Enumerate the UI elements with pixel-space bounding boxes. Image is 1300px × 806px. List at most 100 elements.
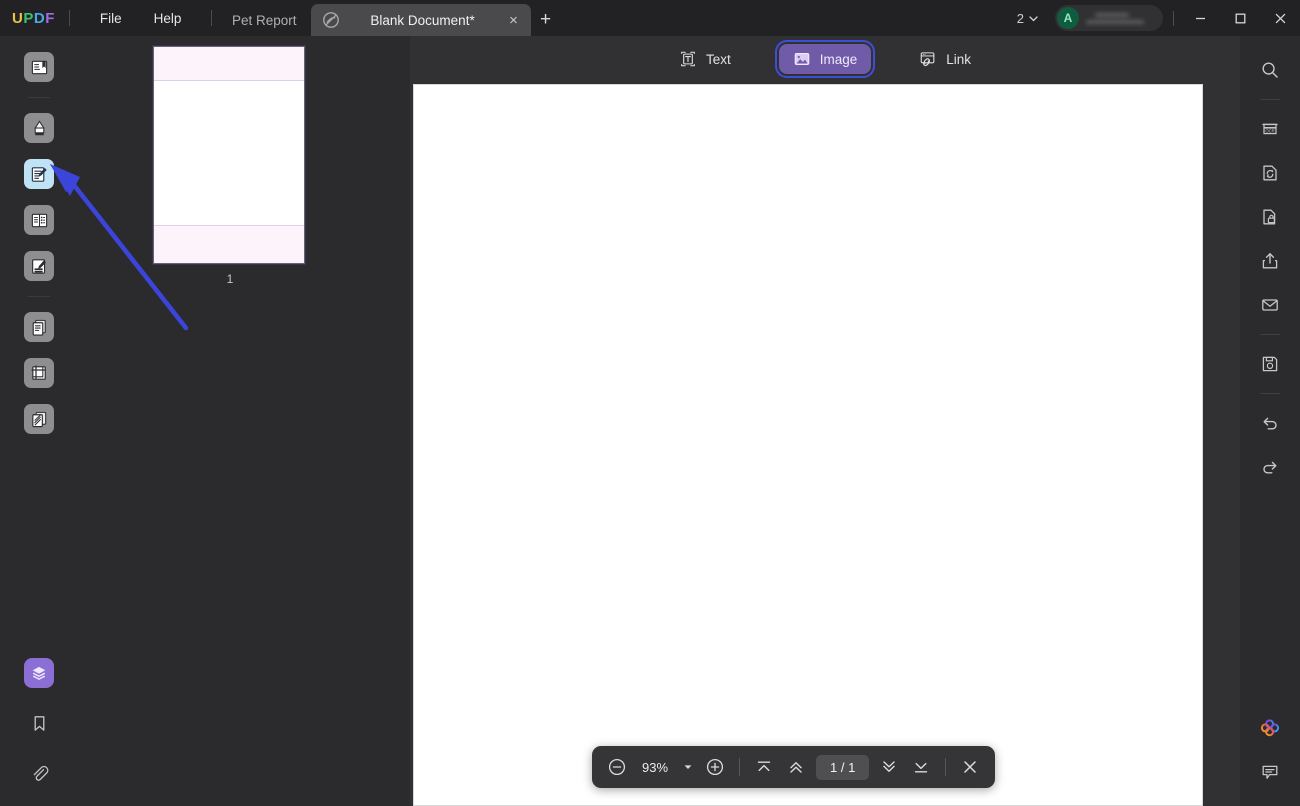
tab-pet-report[interactable]: Pet Report xyxy=(218,4,311,36)
layers-icon[interactable] xyxy=(20,654,58,692)
thumbnail-page-number: 1 xyxy=(226,272,234,286)
sidebar-reader-icon[interactable] xyxy=(20,48,58,86)
document-icon xyxy=(321,10,341,30)
icon-tile xyxy=(24,52,54,82)
icon-tile xyxy=(24,658,54,688)
zoom-dropdown-caret-icon[interactable] xyxy=(678,754,698,780)
close-window-button[interactable] xyxy=(1260,0,1300,36)
thumbnail-panel: 1 xyxy=(78,36,410,806)
rail-divider xyxy=(28,97,50,98)
tab-count-label: 2 xyxy=(1016,10,1024,26)
link-tool-button[interactable]: Link xyxy=(905,44,985,74)
zoom-level-label[interactable]: 93% xyxy=(634,760,676,775)
icon-tile xyxy=(24,205,54,235)
zoom-in-button[interactable] xyxy=(700,752,730,782)
image-tool-label: Image xyxy=(819,51,858,67)
link-tool-icon xyxy=(919,50,937,68)
icon-tile xyxy=(24,251,54,281)
icon-tile xyxy=(24,113,54,143)
last-page-button[interactable] xyxy=(906,752,936,782)
text-tool-button[interactable]: Text xyxy=(665,44,745,74)
minimize-button[interactable] xyxy=(1180,0,1220,36)
new-tab-button[interactable]: + xyxy=(531,4,561,36)
titlebar-right-group: 2 A xyxy=(1011,0,1300,36)
tab-label: Pet Report xyxy=(232,12,297,28)
left-rail-bottom-group xyxy=(20,648,58,806)
text-tool-label: Text xyxy=(705,51,731,67)
chevron-down-icon xyxy=(1028,13,1039,24)
menu-help[interactable]: Help xyxy=(138,7,198,30)
share-icon[interactable] xyxy=(1252,243,1288,279)
account-chip[interactable]: A xyxy=(1055,5,1163,31)
close-icon[interactable]: × xyxy=(505,11,523,29)
page-indicator[interactable]: 1 / 1 xyxy=(816,754,870,780)
protect-icon[interactable] xyxy=(1252,199,1288,235)
account-name-blurred xyxy=(1086,12,1144,24)
attachment-icon[interactable] xyxy=(20,754,58,792)
sidebar-form-icon[interactable] xyxy=(20,247,58,285)
tab-count-dropdown[interactable]: 2 xyxy=(1011,8,1045,29)
tab-strip: Pet Report Blank Document* × + xyxy=(218,0,561,36)
rail-divider xyxy=(1260,334,1280,335)
divider xyxy=(211,10,213,26)
close-toolbar-button[interactable] xyxy=(955,752,985,782)
sidebar-annotate-icon[interactable] xyxy=(20,109,58,147)
sidebar-batch-icon[interactable] xyxy=(20,400,58,438)
svg-text:OCR: OCR xyxy=(1265,128,1274,133)
text-tool-icon xyxy=(679,50,697,68)
right-tool-rail: OCR xyxy=(1240,36,1300,806)
comment-icon[interactable] xyxy=(1252,754,1288,790)
sidebar-convert-pdf-icon[interactable] xyxy=(20,308,58,346)
logo-letter-d: D xyxy=(33,9,46,27)
previous-page-button[interactable] xyxy=(781,752,811,782)
logo-letter-u: U xyxy=(12,9,24,27)
icon-tile xyxy=(24,312,54,342)
icon-tile xyxy=(24,159,54,189)
bookmark-icon[interactable] xyxy=(20,704,58,742)
logo-letter-f: F xyxy=(45,9,55,27)
thumbnail-header-band xyxy=(154,47,304,81)
ai-assistant-icon[interactable] xyxy=(1252,710,1288,746)
left-tool-rail xyxy=(0,36,78,806)
divider xyxy=(739,758,740,776)
email-icon[interactable] xyxy=(1252,287,1288,323)
convert-icon[interactable] xyxy=(1252,155,1288,191)
divider xyxy=(1173,10,1174,26)
ocr-icon[interactable]: OCR xyxy=(1252,111,1288,147)
page-thumbnail[interactable] xyxy=(153,46,305,264)
divider xyxy=(945,758,947,776)
thumbnail-footer-band xyxy=(154,225,304,263)
updf-logo: UPDF xyxy=(12,10,55,27)
sidebar-page-edit-icon[interactable] xyxy=(20,201,58,239)
zoom-out-button[interactable] xyxy=(602,752,632,782)
main-content-area: Text Image Link 93% 1 / 1 xyxy=(410,36,1240,806)
edit-mode-toolbar: Text Image Link xyxy=(410,36,1240,82)
image-tool-icon xyxy=(793,50,811,68)
search-icon[interactable] xyxy=(1252,52,1288,88)
redo-icon[interactable] xyxy=(1252,449,1288,485)
updf-window: UPDF File Help Pet Report Blank Document xyxy=(0,0,1300,806)
rail-divider xyxy=(1260,393,1280,394)
tab-blank-document[interactable]: Blank Document* × xyxy=(310,4,531,36)
logo-letter-p: P xyxy=(23,9,34,27)
tab-label: Blank Document* xyxy=(370,12,475,28)
undo-icon[interactable] xyxy=(1252,405,1288,441)
first-page-button[interactable] xyxy=(749,752,779,782)
rail-divider xyxy=(1260,99,1280,100)
right-rail-bottom-group xyxy=(1252,706,1288,806)
thumbnail-item[interactable]: 1 xyxy=(153,46,307,286)
menu-file[interactable]: File xyxy=(84,7,138,30)
document-page-canvas[interactable] xyxy=(413,84,1203,806)
icon-tile xyxy=(24,358,54,388)
avatar: A xyxy=(1057,7,1079,29)
divider xyxy=(68,10,70,26)
maximize-button[interactable] xyxy=(1220,0,1260,36)
zoom-page-toolbar: 93% 1 / 1 xyxy=(592,746,996,788)
sidebar-crop-icon[interactable] xyxy=(20,354,58,392)
sidebar-edit-pdf-icon[interactable] xyxy=(20,155,58,193)
icon-tile xyxy=(24,404,54,434)
next-page-button[interactable] xyxy=(874,752,904,782)
save-icon[interactable] xyxy=(1252,346,1288,382)
titlebar-left-group: UPDF File Help xyxy=(0,0,226,36)
image-tool-button[interactable]: Image xyxy=(774,40,876,78)
